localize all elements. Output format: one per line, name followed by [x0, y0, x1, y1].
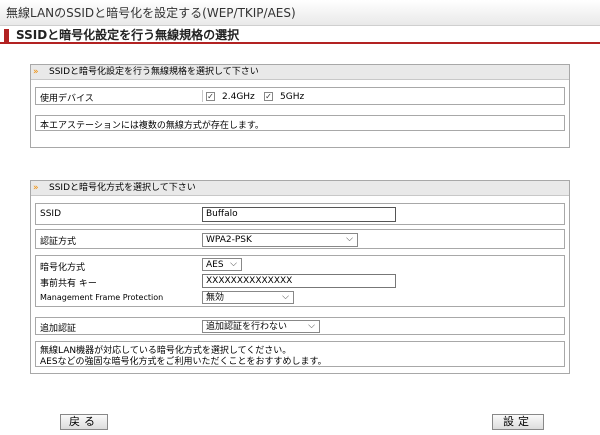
ssid-input[interactable]: Buffalo [202, 207, 396, 222]
note-row: 本エアステーションには複数の無線方式が存在します。 [35, 115, 565, 131]
auth-label: 認証方式 [40, 237, 77, 247]
encryption-panel: » SSIDと暗号化方式を選択して下さい SSID Buffalo 認証方式 W… [30, 180, 570, 374]
ssid-row: SSID Buffalo [35, 203, 565, 225]
set-button[interactable]: 設定 [492, 414, 544, 430]
section-title: SSIDと暗号化設定を行う無線規格の選択 [0, 28, 600, 44]
device-label: 使用デバイス [40, 94, 94, 104]
double-chevron-icon: » [33, 67, 38, 77]
ssid-label: SSID [40, 209, 62, 219]
psk-label: 事前共有 キー [40, 279, 97, 289]
panel-title: SSIDと暗号化方式を選択して下さい [49, 183, 196, 193]
auth-select-value: WPA2-PSK [206, 235, 252, 245]
checkbox-5ghz[interactable]: ✓ [264, 92, 273, 101]
note-text: 本エアステーションには複数の無線方式が存在します。 [40, 121, 264, 131]
enc-label: 暗号化方式 [40, 263, 86, 273]
chevron-down-icon: ⌵ [282, 292, 289, 302]
chevron-down-icon: ⌵ [346, 234, 353, 244]
back-button[interactable]: 戻る [60, 414, 108, 430]
checkbox-label-5ghz: 5GHz [280, 92, 305, 102]
enc-select-value: AES [206, 260, 224, 270]
auth-row: 認証方式 WPA2-PSK ⌵ [35, 229, 565, 249]
addauth-select[interactable]: 追加認証を行わない ⌵ [202, 320, 320, 333]
mfp-select[interactable]: 無効 ⌵ [202, 291, 294, 304]
panel-title: SSIDと暗号化設定を行う無線規格を選択して下さい [49, 67, 259, 77]
checkbox-label-2-4ghz: 2.4GHz [222, 92, 255, 102]
enc-select[interactable]: AES ⌵ [202, 258, 242, 271]
encryption-group: 暗号化方式 AES ⌵ 事前共有 キー XXXXXXXXXXXXXX Manag… [35, 255, 565, 307]
device-row: 使用デバイス ✓ 2.4GHz ✓ 5GHz [35, 87, 565, 105]
psk-input[interactable]: XXXXXXXXXXXXXX [202, 274, 396, 288]
double-chevron-icon: » [33, 183, 38, 193]
addauth-select-value: 追加認証を行わない [206, 322, 288, 332]
mfp-select-value: 無効 [206, 293, 225, 303]
addauth-row: 追加認証 追加認証を行わない ⌵ [35, 317, 565, 335]
addauth-label: 追加認証 [40, 324, 77, 334]
window-title: 無線LANのSSIDと暗号化を設定する(WEP/TKIP/AES) [0, 0, 600, 26]
checkbox-2-4ghz[interactable]: ✓ [206, 92, 215, 101]
row-divider [202, 90, 203, 102]
chevron-down-icon: ⌵ [230, 259, 237, 269]
auth-select[interactable]: WPA2-PSK ⌵ [202, 233, 358, 247]
chevron-down-icon: ⌵ [308, 321, 315, 331]
encryption-note: 無線LAN機器が対応している暗号化方式を選択してください。 AESなどの強固な暗… [35, 341, 565, 367]
panel-header: » SSIDと暗号化設定を行う無線規格を選択して下さい [31, 65, 569, 80]
note-line-2: AESなどの強固な暗号化方式をご利用いただくことをおすすめします。 [40, 357, 327, 367]
mfp-label: Management Frame Protection [40, 293, 164, 302]
panel-header: » SSIDと暗号化方式を選択して下さい [31, 181, 569, 196]
wireless-standard-panel: » SSIDと暗号化設定を行う無線規格を選択して下さい 使用デバイス ✓ 2.4… [30, 64, 570, 148]
